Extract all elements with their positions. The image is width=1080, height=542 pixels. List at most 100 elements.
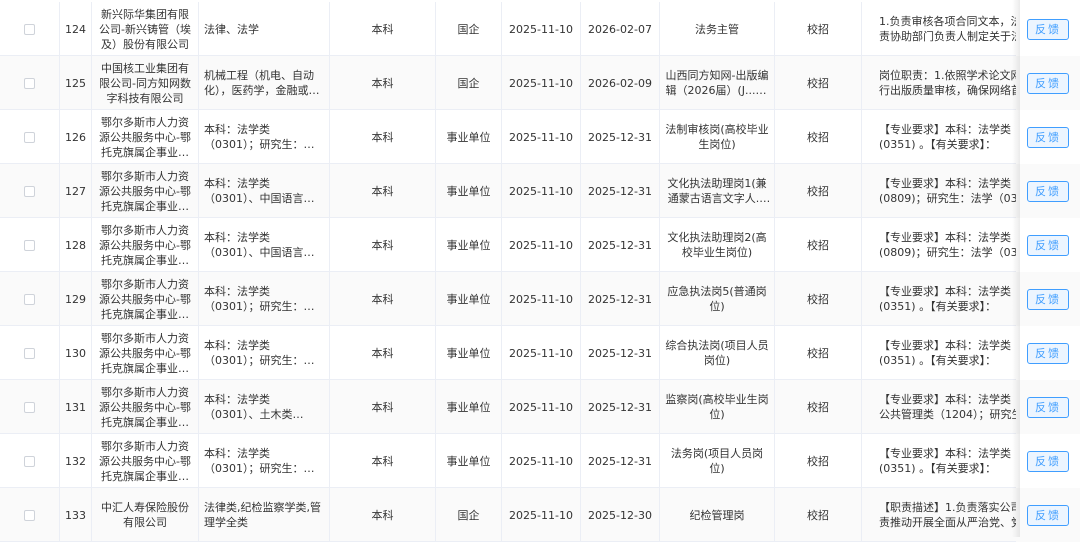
nature-cell: 事业单位 — [436, 434, 502, 488]
company-name: 鄂尔多斯市人力资源公共服务中心-鄂托克旗属企事业单位 — [99, 331, 191, 375]
table-row[interactable]: 124 新兴际华集团有限公司-新兴铸管（埃及）股份有限公司 法律、法学 本科 国企 202… — [0, 2, 1080, 56]
checkbox-cell — [0, 2, 60, 56]
desc-cell: 【专业要求】本科：法学类（03 (0809)；研究生：法学（030 — [862, 164, 1020, 218]
feedback-button[interactable]: 反馈 — [1027, 234, 1069, 256]
position-cell: 法制审核岗(高校毕业生岗位) — [660, 110, 775, 164]
action-cell: 反馈 — [1016, 164, 1080, 218]
deadline-text: 2025-12-31 — [588, 238, 652, 252]
row-checkbox[interactable] — [24, 455, 35, 467]
feedback-button[interactable]: 反馈 — [1027, 396, 1069, 418]
table-row[interactable]: 133 中汇人寿保险股份有限公司 法律类,纪检监察学类,管理学全类 本科 国企 2025-… — [0, 488, 1080, 542]
education-text: 本科 — [371, 508, 394, 522]
publish-cell: 2025-11-10 — [502, 218, 581, 272]
row-checkbox[interactable] — [24, 239, 35, 251]
checkbox-cell — [0, 164, 60, 218]
feedback-button[interactable]: 反馈 — [1027, 288, 1069, 310]
education-cell: 本科 — [330, 326, 436, 380]
feedback-button[interactable]: 反馈 — [1027, 126, 1069, 148]
table-row[interactable]: 125 中国核工业集团有限公司-同方知网数字科技有限公司 机械工程（机电、自动化），… — [0, 56, 1080, 110]
position-cell: 文化执法助理岗2(高校毕业生岗位) — [660, 218, 775, 272]
table-row[interactable]: 130 鄂尔多斯市人力资源公共服务中心-鄂托克旗属企事业单位本科：法学类（0301… — [0, 326, 1080, 380]
major-cell: 本科：法学类（0301）；研究生：法学（0301）...更多 — [199, 110, 330, 164]
description-line: (0351) 。【有关要求】： — [879, 300, 997, 313]
desc-cell: 岗位职责：1.依照学术论文网络首行出版质量审核，确保网络首发论 — [862, 56, 1020, 110]
nature-cell: 事业单位 — [436, 380, 502, 434]
publish-cell: 2025-11-10 — [502, 488, 581, 542]
education-cell: 本科 — [330, 2, 436, 56]
position-cell: 应急执法岗5(普通岗位) — [660, 272, 775, 326]
education-cell: 本科 — [330, 380, 436, 434]
num-text: 124 — [65, 22, 86, 36]
feedback-button[interactable]: 反馈 — [1027, 18, 1069, 40]
publish-cell: 2025-11-10 — [502, 110, 581, 164]
type-cell: 校招 — [775, 326, 862, 380]
num-cell: 132 — [60, 434, 92, 488]
row-checkbox[interactable] — [24, 23, 35, 35]
position-cell: 综合执法岗(项目人员岗位) — [660, 326, 775, 380]
publish-text: 2025-11-10 — [509, 508, 573, 522]
row-checkbox[interactable] — [24, 131, 35, 143]
num-cell: 130 — [60, 326, 92, 380]
publish-text: 2025-11-10 — [509, 130, 573, 144]
company-name: 新兴际华集团有限公司-新兴铸管（埃及）股份有限公司 — [99, 7, 191, 51]
row-checkbox[interactable] — [24, 509, 35, 521]
publish-cell: 2025-11-10 — [502, 434, 581, 488]
table-row[interactable]: 127 鄂尔多斯市人力资源公共服务中心-鄂托克旗属企事业单位本科：法学类（0301… — [0, 164, 1080, 218]
education-cell: 本科 — [330, 56, 436, 110]
position-cell: 法务主管 — [660, 2, 775, 56]
checkbox-cell — [0, 218, 60, 272]
publish-text: 2025-11-10 — [509, 400, 573, 414]
company-name: 鄂尔多斯市人力资源公共服务中心-鄂托克旗属企事业单位 — [99, 169, 191, 213]
nature-text: 国企 — [457, 22, 480, 36]
feedback-button[interactable]: 反馈 — [1027, 180, 1069, 202]
company-name: 鄂尔多斯市人力资源公共服务中心-鄂托克旗属企事业单位 — [99, 277, 191, 321]
table-row[interactable]: 126 鄂尔多斯市人力资源公共服务中心-鄂托克旗属企事业单位本科：法学类（0301… — [0, 110, 1080, 164]
table-row[interactable]: 129 鄂尔多斯市人力资源公共服务中心-鄂托克旗属企事业单位本科：法学类（0301… — [0, 272, 1080, 326]
description-line: (0351) 。【有关要求】： — [879, 462, 997, 475]
description-line: 责协助部门负责人制定关于法务事 — [879, 30, 1020, 43]
company-name: 中汇人寿保险股份有限公司 — [101, 501, 189, 529]
nature-text: 事业单位 — [446, 238, 491, 252]
num-cell: 133 — [60, 488, 92, 542]
num-cell: 126 — [60, 110, 92, 164]
publish-cell: 2025-11-10 — [502, 380, 581, 434]
nature-cell: 事业单位 — [436, 110, 502, 164]
num-text: 126 — [65, 130, 86, 144]
position-text: 应急执法岗5(普通岗位) — [667, 285, 767, 313]
desc-cell: 1.负责审核各项合同文本，法务审责协助部门负责人制定关于法务事 — [862, 2, 1020, 56]
company-cell: 鄂尔多斯市人力资源公共服务中心-鄂托克旗属企事业单位 — [92, 434, 199, 488]
feedback-button[interactable]: 反馈 — [1027, 450, 1069, 472]
checkbox-cell — [0, 434, 60, 488]
table-row[interactable]: 132 鄂尔多斯市人力资源公共服务中心-鄂托克旗属企事业单位本科：法学类（0301… — [0, 434, 1080, 488]
type-text: 校招 — [807, 238, 829, 252]
feedback-button[interactable]: 反馈 — [1027, 504, 1069, 526]
nature-text: 国企 — [457, 76, 480, 90]
major-text: 本科：法学类（0301）；研究生：法学（0301）... — [204, 123, 315, 151]
nature-text: 事业单位 — [446, 400, 491, 414]
nature-cell: 国企 — [436, 488, 502, 542]
feedback-button[interactable]: 反馈 — [1027, 72, 1069, 94]
row-checkbox[interactable] — [24, 347, 35, 359]
row-checkbox[interactable] — [24, 401, 35, 413]
num-cell: 129 — [60, 272, 92, 326]
major-cell: 本科：法学类（0301）、土木类（0810）、建筑...更多 — [199, 380, 330, 434]
type-cell: 校招 — [775, 380, 862, 434]
checkbox-cell — [0, 272, 60, 326]
nature-text: 事业单位 — [446, 454, 491, 468]
deadline-cell: 2025-12-31 — [581, 326, 660, 380]
row-checkbox[interactable] — [24, 77, 35, 89]
nature-cell: 事业单位 — [436, 326, 502, 380]
type-cell: 校招 — [775, 164, 862, 218]
publish-cell: 2025-11-10 — [502, 56, 581, 110]
company-cell: 鄂尔多斯市人力资源公共服务中心-鄂托克旗属企事业单位 — [92, 218, 199, 272]
nature-text: 事业单位 — [446, 130, 491, 144]
num-cell: 127 — [60, 164, 92, 218]
table-row[interactable]: 128 鄂尔多斯市人力资源公共服务中心-鄂托克旗属企事业单位本科：法学类（0301… — [0, 218, 1080, 272]
row-checkbox[interactable] — [24, 293, 35, 305]
table-row[interactable]: 131 鄂尔多斯市人力资源公共服务中心-鄂托克旗属企事业单位本科：法学类（0301… — [0, 380, 1080, 434]
description-line: 【专业要求】本科：法学类 — [879, 339, 1011, 352]
row-checkbox[interactable] — [24, 185, 35, 197]
feedback-button[interactable]: 反馈 — [1027, 342, 1069, 364]
type-cell: 校招 — [775, 56, 862, 110]
deadline-text: 2025-12-31 — [588, 130, 652, 144]
